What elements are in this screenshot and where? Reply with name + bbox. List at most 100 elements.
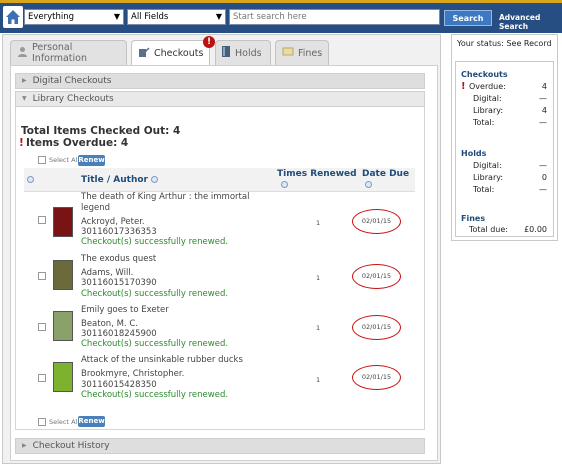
holds-total-label: Total: <box>473 185 495 194</box>
chevron-down-icon: ▼ <box>215 12 222 21</box>
table-row: Attack of the unsinkable rubber ducks Br… <box>24 354 415 404</box>
tab-personal-information[interactable]: Personal Information <box>10 40 127 65</box>
holds-digital-label: Digital: <box>473 161 502 170</box>
item-barcode: 30116015170390 <box>81 278 157 288</box>
item-title[interactable]: The exodus quest <box>81 254 281 265</box>
renew-status: Checkout(s) successfully renewed. <box>81 237 229 247</box>
alert-icon: ! <box>19 137 24 149</box>
fines-heading[interactable]: Fines <box>461 214 485 223</box>
item-author: Brookmyre, Christopher. <box>81 369 185 379</box>
checkout-icon <box>138 46 150 61</box>
select-all-checkbox[interactable] <box>38 156 46 164</box>
total-label: Total: <box>473 118 495 127</box>
status-summary: Checkouts ! Overdue: 4 Digital: — Librar… <box>455 61 554 237</box>
renew-status: Checkout(s) successfully renewed. <box>81 339 229 349</box>
times-renewed: 1 <box>316 376 321 384</box>
search-input[interactable]: Start search here <box>229 9 440 25</box>
holds-digital-value: — <box>539 161 547 170</box>
checkouts-heading[interactable]: Checkouts <box>461 70 508 79</box>
home-icon[interactable] <box>3 6 23 28</box>
top-search-bar: Everything ▼ All Fields ▼ Start search h… <box>0 0 562 33</box>
scope-select[interactable]: Everything ▼ <box>24 9 124 25</box>
col-title-author[interactable]: Title / Author <box>81 175 148 185</box>
date-due: 02/01/15 <box>352 264 401 289</box>
section-label: Checkout History <box>32 441 110 451</box>
advanced-search-link[interactable]: Advanced Search <box>499 13 562 31</box>
col-date-due[interactable]: Date Due <box>362 169 409 179</box>
row-checkbox[interactable] <box>38 323 46 331</box>
book-icon <box>222 46 231 60</box>
book-cover-image <box>53 362 73 392</box>
item-author: Adams, Will. <box>81 268 134 278</box>
book-cover-image <box>53 260 73 290</box>
library-checkouts-header[interactable]: ▼ Library Checkouts <box>15 91 425 107</box>
item-title[interactable]: Emily goes to Exeter <box>81 305 281 316</box>
row-checkbox[interactable] <box>38 374 46 382</box>
renew-button[interactable]: Renew <box>78 155 105 166</box>
item-title[interactable]: Attack of the unsinkable rubber ducks <box>81 355 281 366</box>
items-overdue-text: Items Overdue: 4 <box>26 137 129 149</box>
total-checked-out: Total Items Checked Out: 4 <box>21 125 181 137</box>
item-title[interactable]: The death of King Arthur : the immortal … <box>81 192 281 214</box>
book-cover-image <box>53 207 73 237</box>
times-renewed: 1 <box>316 324 321 332</box>
tab-label: Checkouts <box>154 48 204 59</box>
date-due: 02/01/15 <box>352 315 401 340</box>
select-all-checkbox[interactable] <box>38 418 46 426</box>
fines-total-label: Total due: <box>469 225 508 234</box>
select-all-bottom[interactable]: Select All <box>38 418 79 426</box>
status-sidebar: Your status: See Record Checkouts ! Over… <box>451 34 558 241</box>
table-row: Emily goes to Exeter Beaton, M. C. 30116… <box>24 303 415 353</box>
book-cover-image <box>53 311 73 341</box>
person-icon <box>17 46 28 60</box>
holds-heading[interactable]: Holds <box>461 149 486 158</box>
row-checkbox[interactable] <box>38 272 46 280</box>
section-label: Library Checkouts <box>32 94 114 104</box>
sort-icon[interactable] <box>27 176 34 183</box>
times-renewed: 1 <box>316 274 321 282</box>
date-due: 02/01/15 <box>352 365 401 390</box>
item-author: Ackroyd, Peter. <box>81 217 145 227</box>
sort-icon[interactable] <box>151 176 158 183</box>
sort-icon[interactable] <box>365 181 372 188</box>
holds-library-value: 0 <box>541 173 547 182</box>
times-renewed: 1 <box>316 219 321 227</box>
tab-label: Holds <box>235 47 262 59</box>
alert-icon: ! <box>203 36 215 48</box>
digital-value: — <box>539 94 547 103</box>
checkout-history-header[interactable]: ▶ Checkout History <box>15 438 425 454</box>
select-all-top[interactable]: Select All <box>38 156 79 164</box>
tab-label: Fines <box>298 47 323 59</box>
table-header: Title / Author Times Renewed Date Due <box>24 168 415 192</box>
select-all-label: Select All <box>49 156 80 164</box>
chevron-right-icon: ▶ <box>22 77 27 84</box>
scope-select-value: Everything <box>28 12 75 22</box>
tab-fines[interactable]: Fines <box>275 40 329 65</box>
col-times-renewed[interactable]: Times Renewed <box>277 169 357 179</box>
chevron-down-icon: ▼ <box>113 12 120 21</box>
library-value: 4 <box>541 106 547 115</box>
section-label: Digital Checkouts <box>32 76 112 86</box>
digital-label: Digital: <box>473 94 502 103</box>
field-select-value: All Fields <box>131 12 169 22</box>
overdue-label: Overdue: <box>469 82 506 91</box>
item-barcode: 30116015428350 <box>81 380 157 390</box>
chevron-down-icon: ▼ <box>22 95 27 102</box>
renew-button[interactable]: Renew <box>78 416 105 427</box>
sort-icon[interactable] <box>281 181 288 188</box>
date-due: 02/01/15 <box>352 209 401 234</box>
tab-holds[interactable]: Holds <box>215 40 271 65</box>
tab-checkouts[interactable]: Checkouts <box>131 40 210 66</box>
renew-status: Checkout(s) successfully renewed. <box>81 289 229 299</box>
search-button[interactable]: Search <box>444 10 492 26</box>
fines-total-value: £0.00 <box>524 225 547 234</box>
holds-total-value: — <box>539 185 547 194</box>
your-status[interactable]: Your status: See Record <box>457 39 552 48</box>
item-barcode: 30116018245900 <box>81 329 157 339</box>
tab-label: Personal Information <box>32 42 87 64</box>
digital-checkouts-header[interactable]: ▶ Digital Checkouts <box>15 73 425 89</box>
table-row: The death of King Arthur : the immortal … <box>24 192 415 248</box>
field-select[interactable]: All Fields ▼ <box>127 9 226 25</box>
select-all-label: Select All <box>49 418 80 426</box>
row-checkbox[interactable] <box>38 216 46 224</box>
